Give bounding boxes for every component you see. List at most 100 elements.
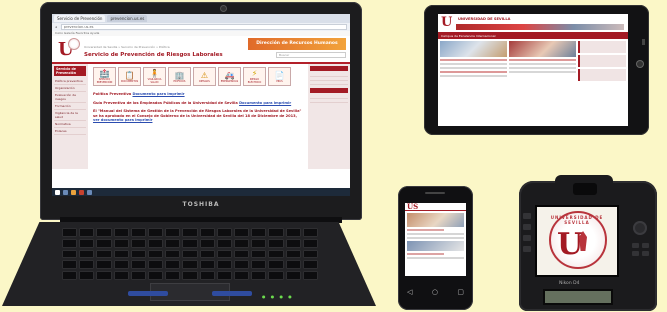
- keyboard-key[interactable]: [233, 228, 250, 237]
- keyboard-key[interactable]: [285, 271, 301, 280]
- keyboard-key[interactable]: [216, 228, 232, 237]
- print-link[interactable]: Documento para imprimir: [132, 92, 184, 96]
- keyboard-key[interactable]: [79, 238, 95, 248]
- news-image[interactable]: [509, 41, 576, 57]
- keyboard-key[interactable]: [130, 271, 146, 280]
- url-field[interactable]: prevencion.us.es: [60, 24, 347, 30]
- keyboard-key[interactable]: [285, 228, 301, 237]
- university-logo[interactable]: U: [441, 16, 452, 30]
- camera-button[interactable]: [642, 243, 649, 248]
- keyboard-key[interactable]: [96, 238, 112, 248]
- touchpad-right-button[interactable]: [212, 291, 252, 296]
- keyboard-key[interactable]: [216, 238, 232, 248]
- keyboard-key[interactable]: [268, 238, 284, 248]
- menu-item[interactable]: Evaluación de riesgos: [54, 92, 86, 103]
- camera-button[interactable]: [523, 235, 531, 241]
- menu-key-icon[interactable]: ▢: [457, 288, 464, 296]
- keyboard-key[interactable]: [182, 271, 198, 280]
- keyboard-key[interactable]: [79, 260, 95, 270]
- multi-selector-dial[interactable]: [633, 221, 647, 235]
- keyboard-key[interactable]: [268, 271, 284, 280]
- keyboard-key[interactable]: [165, 260, 181, 270]
- menu-item[interactable]: Organización: [54, 85, 86, 92]
- keyboard-key[interactable]: [130, 249, 146, 259]
- phone-banner-image[interactable]: [407, 213, 464, 227]
- keyboard-key[interactable]: [182, 249, 198, 259]
- keyboard-key[interactable]: [113, 249, 129, 259]
- keyboard-key[interactable]: [96, 271, 112, 280]
- keyboard-key[interactable]: [233, 271, 250, 280]
- keyboard-key[interactable]: [268, 260, 284, 270]
- keyboard-key[interactable]: [199, 238, 215, 248]
- keyboard-key[interactable]: [113, 238, 129, 248]
- news-image[interactable]: [440, 41, 507, 57]
- browser-tab-active[interactable]: Servicio de Prevención: [54, 15, 106, 22]
- keyboard-key[interactable]: [251, 260, 267, 270]
- keyboard-key[interactable]: [165, 228, 181, 237]
- home-key-icon[interactable]: ○: [432, 288, 438, 296]
- app-icon[interactable]: [79, 189, 84, 195]
- keyboard-key[interactable]: [233, 238, 250, 248]
- keyboard-key[interactable]: [147, 271, 164, 280]
- tile-vigilancia[interactable]: 🧍 VIGILANCIA SALUD: [143, 67, 166, 86]
- folder-icon[interactable]: [71, 189, 76, 195]
- print-link[interactable]: Documento para imprimir: [239, 101, 291, 105]
- menu-item[interactable]: Política preventiva: [54, 78, 86, 85]
- tile-electrico[interactable]: ⚡ RIESGO ELÉCTRICO: [243, 67, 266, 86]
- keyboard-key[interactable]: [302, 228, 318, 237]
- keyboard-key[interactable]: [147, 228, 164, 237]
- phone-banner-image[interactable]: [407, 241, 464, 251]
- tile-edificios[interactable]: 🏢 EDIFICIOS: [168, 67, 191, 86]
- menu-item[interactable]: Enlaces: [54, 128, 86, 135]
- menu-item[interactable]: Formación: [54, 103, 86, 110]
- keyboard-key[interactable]: [233, 260, 250, 270]
- keyboard-key[interactable]: [182, 260, 198, 270]
- keyboard-key[interactable]: [147, 238, 164, 248]
- university-logo[interactable]: U: [58, 38, 80, 61]
- keyboard-key[interactable]: [113, 271, 129, 280]
- back-key-icon[interactable]: ◁: [407, 288, 412, 296]
- keyboard-key[interactable]: [199, 260, 215, 270]
- keyboard-key[interactable]: [165, 249, 181, 259]
- keyboard-key[interactable]: [216, 249, 232, 259]
- keyboard-key[interactable]: [302, 238, 318, 248]
- camera-button[interactable]: [523, 224, 531, 230]
- sidebar-item[interactable]: [310, 99, 348, 103]
- keyboard-key[interactable]: [199, 271, 215, 280]
- keyboard-key[interactable]: [62, 249, 78, 259]
- phone-site-logo[interactable]: US: [405, 203, 466, 211]
- camera-button[interactable]: [632, 243, 639, 248]
- keyboard-key[interactable]: [165, 271, 181, 280]
- keyboard-key[interactable]: [302, 271, 318, 280]
- keyboard-key[interactable]: [62, 238, 78, 248]
- keyboard-key[interactable]: [216, 271, 232, 280]
- keyboard-key[interactable]: [199, 228, 215, 237]
- keyboard-key[interactable]: [251, 249, 267, 259]
- keyboard-key[interactable]: [113, 260, 129, 270]
- phone-headline[interactable]: [407, 253, 444, 255]
- camera-button[interactable]: [632, 251, 639, 256]
- header-banner[interactable]: Dirección de Recursos Humanos: [248, 38, 346, 50]
- search-input[interactable]: Buscar: [276, 52, 346, 58]
- keyboard-key[interactable]: [62, 260, 78, 270]
- keyboard-key[interactable]: [79, 228, 95, 237]
- keyboard-key[interactable]: [285, 260, 301, 270]
- keyboard-key[interactable]: [251, 271, 267, 280]
- keyboard-key[interactable]: [130, 260, 146, 270]
- camera-button[interactable]: [523, 246, 531, 252]
- keyboard-key[interactable]: [79, 249, 95, 259]
- camera-button[interactable]: [642, 251, 649, 256]
- keyboard-key[interactable]: [251, 238, 267, 248]
- breadcrumb[interactable]: Universidad de Sevilla » Servicio de Pre…: [84, 45, 170, 49]
- keyboard-key[interactable]: [285, 238, 301, 248]
- keyboard-key[interactable]: [182, 238, 198, 248]
- menu-item[interactable]: Vigilancia de la salud: [54, 110, 86, 121]
- tile-prevencion[interactable]: 🏥 SERVICIO PREVENCIÓN: [93, 67, 116, 86]
- keyboard-key[interactable]: [285, 249, 301, 259]
- news-headline[interactable]: [509, 59, 576, 61]
- browser-icon[interactable]: [63, 189, 68, 195]
- keyboard-key[interactable]: [113, 228, 129, 237]
- keyboard-key[interactable]: [130, 228, 146, 237]
- keyboard-key[interactable]: [79, 271, 95, 280]
- keyboard-key[interactable]: [302, 249, 318, 259]
